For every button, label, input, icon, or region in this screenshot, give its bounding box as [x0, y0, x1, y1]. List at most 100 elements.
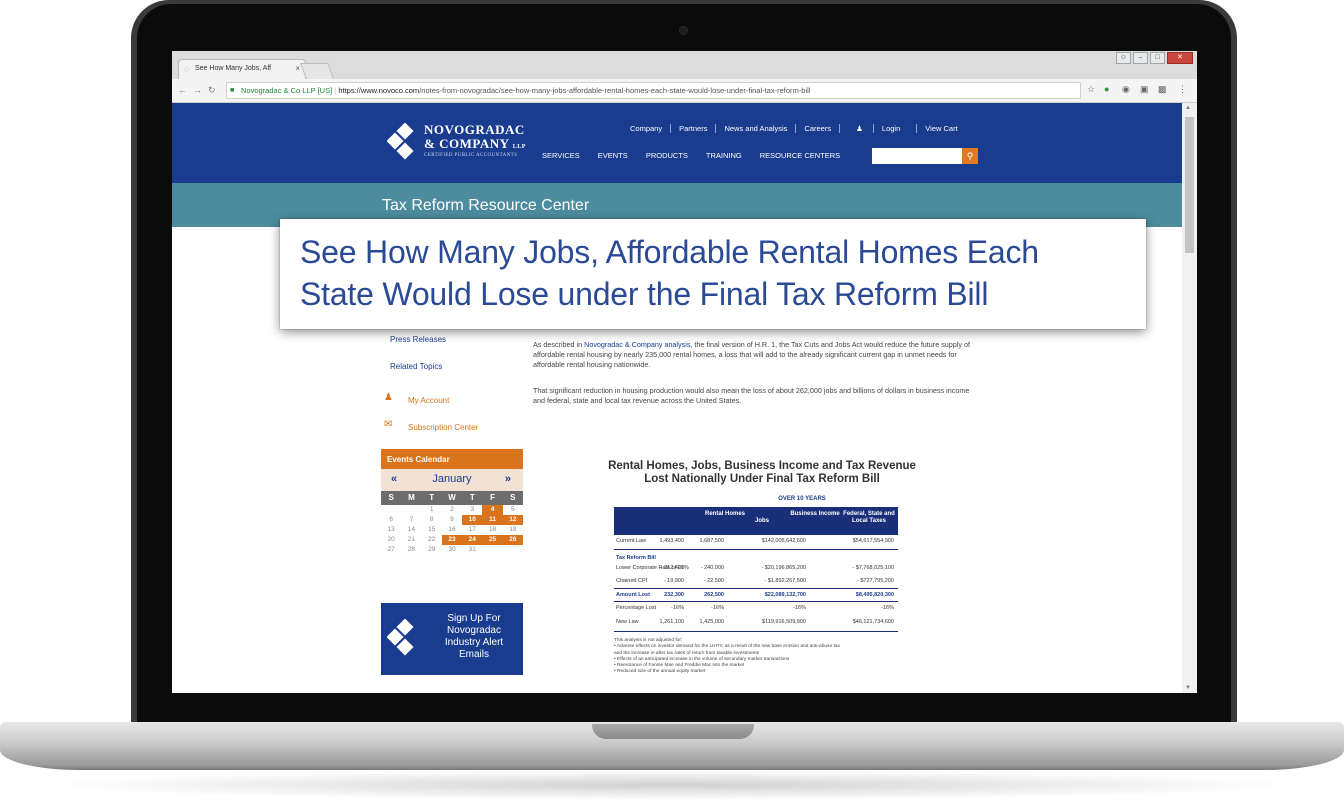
calendar-dow: W — [441, 491, 463, 505]
calendar-header: Events Calendar — [381, 449, 523, 469]
table-cell: 232,300 — [664, 592, 684, 598]
calendar-day[interactable]: 29 — [422, 545, 442, 555]
extension-icon[interactable]: ◉ — [1122, 84, 1130, 95]
calendar-day[interactable]: 21 — [401, 535, 421, 545]
menu-dots-icon[interactable]: ⋮ — [1178, 84, 1187, 95]
table-section-label: Tax Reform Bill — [616, 555, 656, 561]
scroll-down-icon[interactable]: ▼ — [1185, 685, 1191, 691]
table-row-label: Chained CPI — [616, 578, 648, 584]
calendar-day[interactable]: 15 — [422, 525, 442, 535]
table-title-line2: Lost Nationally Under Final Tax Reform B… — [644, 473, 880, 485]
minimize-button[interactable]: – — [1133, 52, 1148, 64]
calendar-day[interactable]: 26 — [502, 535, 523, 545]
calendar-day[interactable]: 13 — [381, 525, 401, 535]
nav-news-analysis[interactable]: News and Analysis — [716, 124, 797, 133]
analysis-link[interactable]: Novogradac & Company analysis — [584, 340, 690, 349]
tab-close-icon[interactable]: × — [295, 64, 300, 73]
site-search-input[interactable] — [872, 148, 962, 164]
nav-login[interactable]: ♟ Login — [840, 124, 918, 133]
calendar-day[interactable]: 23 — [441, 535, 463, 545]
novogradac-logo-icon[interactable] — [387, 123, 427, 163]
table-cell: $142,005,642,600 — [761, 538, 806, 544]
calendar-day[interactable]: 16 — [442, 525, 462, 535]
calendar-day[interactable]: 7 — [401, 515, 421, 525]
logo-text-company: & COMPANY — [424, 136, 510, 151]
article-paragraph-2: That significant reduction in housing pr… — [533, 386, 970, 405]
close-window-button[interactable]: ✕ — [1167, 52, 1193, 64]
calendar-day[interactable]: 9 — [442, 515, 462, 525]
extension-box-icon[interactable]: ▣ — [1140, 84, 1149, 95]
calendar-day[interactable]: 27 — [381, 545, 401, 555]
scrollbar-thumb[interactable] — [1185, 117, 1194, 253]
sidebar-my-account[interactable]: My Account — [408, 396, 449, 405]
maximize-button[interactable]: □ — [1150, 52, 1165, 64]
bookmark-star-icon[interactable]: ☆ — [1087, 84, 1095, 95]
forward-icon[interactable]: → — [193, 85, 202, 95]
profile-icon[interactable]: ☺ — [1116, 52, 1131, 64]
scroll-up-icon[interactable]: ▲ — [1185, 105, 1191, 111]
calendar-day[interactable]: 11 — [482, 515, 503, 525]
calendar-day[interactable]: 17 — [462, 525, 482, 535]
table-header: Rental Homes Jobs Business Income Federa… — [614, 507, 898, 535]
nav-products[interactable]: PRODUCTS — [646, 151, 688, 160]
calendar-day[interactable]: 10 — [462, 515, 483, 525]
table-cell: -16% — [711, 605, 724, 611]
headline-callout: See How Many Jobs, Affordable Rental Hom… — [280, 219, 1146, 329]
calendar-day[interactable]: 1 — [422, 505, 442, 515]
sidebar-subscription-center[interactable]: Subscription Center — [408, 423, 478, 432]
nav-company[interactable]: Company — [622, 124, 672, 133]
nav-training[interactable]: TRAINING — [706, 151, 742, 160]
reload-icon[interactable]: ↻ — [208, 85, 216, 96]
calendar-day[interactable]: 25 — [482, 535, 503, 545]
table-rule — [614, 549, 898, 550]
signup-banner[interactable]: Sign Up For Novogradac Industry Alert Em… — [381, 603, 523, 675]
search-button[interactable]: ⚲ — [962, 148, 978, 164]
calendar-day[interactable]: 31 — [462, 545, 482, 555]
nav-resource-centers[interactable]: RESOURCE CENTERS — [760, 151, 840, 160]
calendar-next-button[interactable]: » — [505, 473, 511, 485]
p1-before: As described in — [533, 340, 585, 349]
table-notes: This analysis is not adjusted for: • Adve… — [614, 638, 914, 676]
nav-view-cart[interactable]: View Cart — [917, 124, 965, 133]
table-cell: $119,916,509,900 — [762, 619, 806, 625]
calendar-day[interactable]: 2 — [442, 505, 462, 515]
calendar-day[interactable]: 28 — [401, 545, 421, 555]
page-scrollbar[interactable]: ▲ ▼ — [1182, 103, 1197, 693]
calendar-day[interactable]: 8 — [422, 515, 442, 525]
table-cell: - $7,768,025,100 — [852, 565, 894, 571]
top-nav: Company Partners News and Analysis Caree… — [622, 124, 966, 133]
calendar-day[interactable]: 24 — [462, 535, 483, 545]
browser-tab[interactable]: ◌ See How Many Jobs, Aff × — [178, 59, 306, 79]
calendar-day[interactable]: 6 — [381, 515, 401, 525]
calendar-day[interactable]: 18 — [482, 525, 502, 535]
nav-careers[interactable]: Careers — [796, 124, 841, 133]
calendar-day[interactable]: 12 — [502, 515, 523, 525]
extension-green-icon[interactable]: ● — [1104, 84, 1109, 94]
sidebar-related-topics[interactable]: Related Topics — [390, 362, 442, 371]
sidebar-press-releases[interactable]: Press Releases — [390, 335, 446, 344]
table-cell: $54,617,554,900 — [852, 538, 894, 544]
note-line: • Reduced size of the annual equity mark… — [614, 669, 706, 675]
nav-services[interactable]: SERVICES — [542, 151, 580, 160]
back-icon[interactable]: ← — [178, 85, 187, 95]
nav-partners[interactable]: Partners — [671, 124, 717, 133]
calendar-day[interactable]: 4 — [482, 505, 503, 515]
nav-login-label: Login — [881, 124, 901, 133]
calendar-day — [381, 505, 401, 515]
url-input[interactable]: ■ Novogradac & Co LLP [US] | https://www… — [226, 82, 1081, 99]
window-controls: ☺ – □ ✕ — [1116, 52, 1193, 66]
address-bar: ← → ↻ ■ Novogradac & Co LLP [US] | https… — [172, 79, 1197, 103]
nav-events[interactable]: EVENTS — [598, 151, 628, 160]
calendar-day[interactable]: 5 — [503, 505, 523, 515]
extension-dark-icon[interactable]: ▩ — [1158, 84, 1167, 95]
table-cell: -16% — [793, 605, 806, 611]
calendar-day[interactable]: 22 — [422, 535, 442, 545]
table-cell: 1,687,500 — [699, 538, 724, 544]
calendar-day[interactable]: 14 — [401, 525, 421, 535]
calendar-day[interactable]: 19 — [503, 525, 523, 535]
calendar-day[interactable]: 30 — [442, 545, 462, 555]
calendar-day[interactable]: 20 — [381, 535, 401, 545]
new-tab-button[interactable] — [300, 63, 334, 79]
table-rule — [614, 601, 898, 602]
calendar-day[interactable]: 3 — [462, 505, 482, 515]
